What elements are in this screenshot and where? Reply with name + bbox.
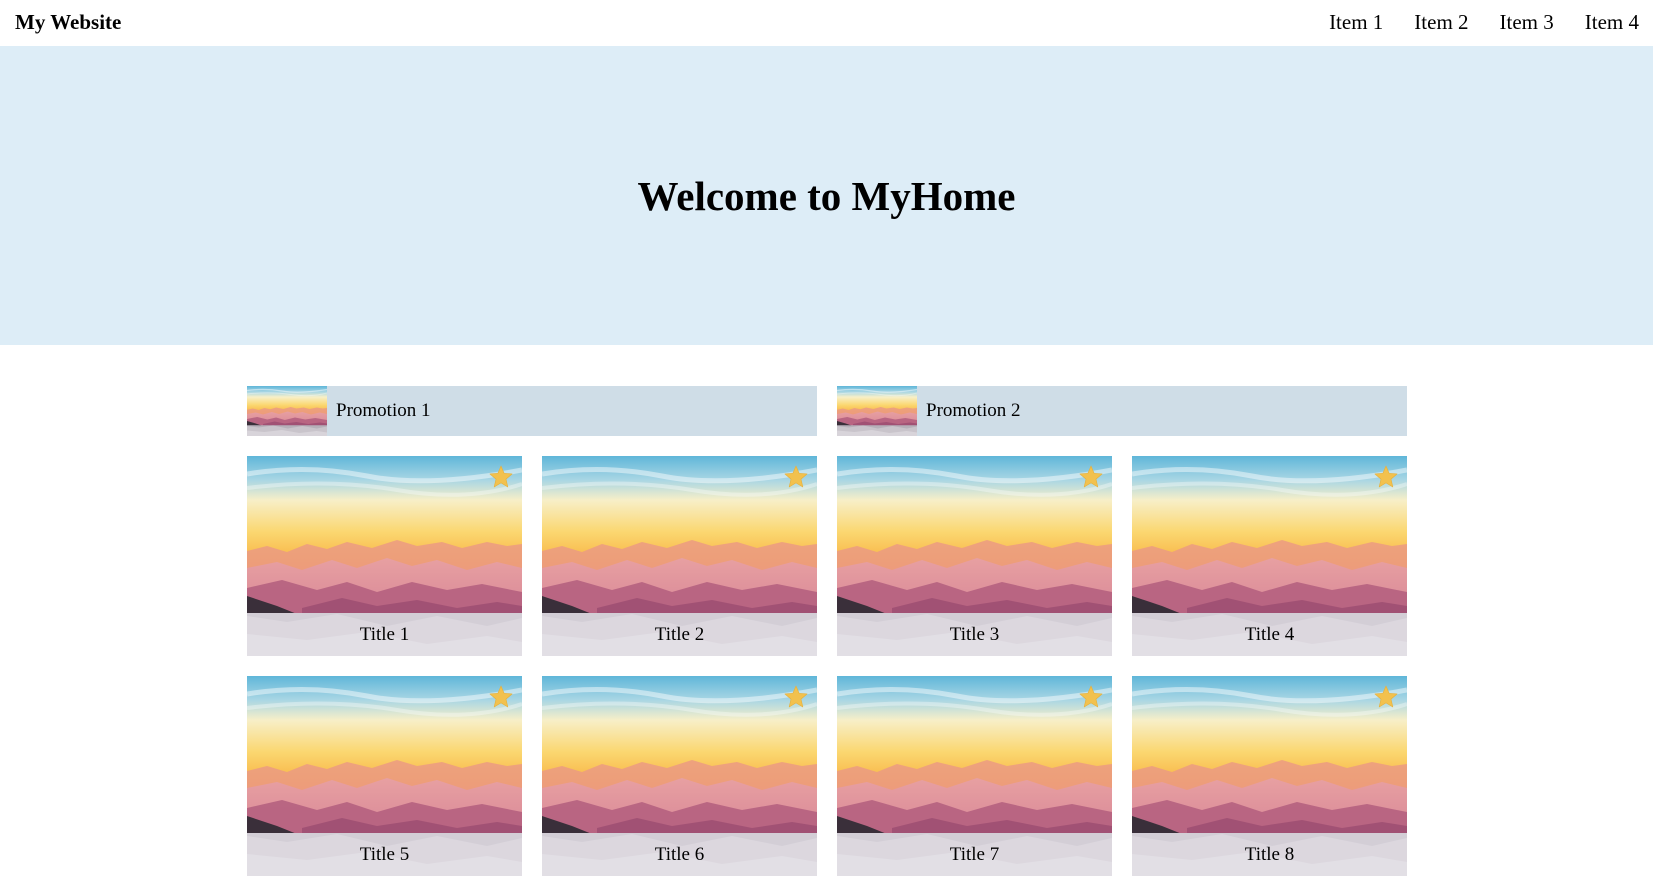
card-title: Title 1 bbox=[359, 624, 410, 645]
promotion-banner-2[interactable]: Promotion 2 bbox=[837, 386, 1407, 436]
card-caption: Title 3 bbox=[837, 613, 1112, 656]
card-caption: Title 7 bbox=[837, 833, 1112, 876]
card-7[interactable]: Title 7 bbox=[837, 676, 1112, 876]
card-caption: Title 8 bbox=[1132, 833, 1407, 876]
star-icon[interactable] bbox=[1373, 684, 1399, 710]
card-title: Title 3 bbox=[949, 624, 1000, 645]
star-icon[interactable] bbox=[1373, 464, 1399, 490]
card-title: Title 5 bbox=[359, 844, 410, 865]
card-1[interactable]: Title 1 bbox=[247, 456, 522, 656]
star-icon[interactable] bbox=[783, 684, 809, 710]
promotion-label: Promotion 2 bbox=[926, 400, 1021, 421]
card-5[interactable]: Title 5 bbox=[247, 676, 522, 876]
promotion-thumbnail bbox=[247, 386, 327, 436]
hero-banner: Welcome to MyHome bbox=[0, 46, 1653, 345]
card-title: Title 4 bbox=[1244, 624, 1295, 645]
card-caption: Title 4 bbox=[1132, 613, 1407, 656]
star-icon[interactable] bbox=[1078, 684, 1104, 710]
nav-item-3[interactable]: Item 3 bbox=[1500, 8, 1554, 36]
star-icon[interactable] bbox=[783, 464, 809, 490]
card-2[interactable]: Title 2 bbox=[542, 456, 817, 656]
promotion-thumbnail bbox=[837, 386, 917, 436]
nav-menu: Item 1 Item 2 Item 3 Item 4 bbox=[1329, 8, 1639, 36]
nav-item-4[interactable]: Item 4 bbox=[1585, 8, 1639, 36]
promotion-label: Promotion 1 bbox=[336, 400, 431, 421]
card-title: Title 7 bbox=[949, 844, 1000, 865]
hero-title: Welcome to MyHome bbox=[637, 172, 1016, 219]
star-icon[interactable] bbox=[1078, 464, 1104, 490]
star-icon[interactable] bbox=[488, 464, 514, 490]
card-4[interactable]: Title 4 bbox=[1132, 456, 1407, 656]
card-title: Title 6 bbox=[654, 844, 705, 865]
navbar: My Website Item 1 Item 2 Item 3 Item 4 bbox=[0, 0, 1653, 46]
card-6[interactable]: Title 6 bbox=[542, 676, 817, 876]
card-title: Title 8 bbox=[1244, 844, 1295, 865]
site-brand[interactable]: My Website bbox=[15, 8, 121, 36]
card-caption: Title 5 bbox=[247, 833, 522, 876]
card-title: Title 2 bbox=[654, 624, 705, 645]
card-caption: Title 2 bbox=[542, 613, 817, 656]
card-caption: Title 1 bbox=[247, 613, 522, 656]
card-8[interactable]: Title 8 bbox=[1132, 676, 1407, 876]
nav-item-1[interactable]: Item 1 bbox=[1329, 8, 1383, 36]
card-caption: Title 6 bbox=[542, 833, 817, 876]
promotion-banner-1[interactable]: Promotion 1 bbox=[247, 386, 817, 436]
nav-item-2[interactable]: Item 2 bbox=[1414, 8, 1468, 36]
star-icon[interactable] bbox=[488, 684, 514, 710]
card-3[interactable]: Title 3 bbox=[837, 456, 1112, 656]
